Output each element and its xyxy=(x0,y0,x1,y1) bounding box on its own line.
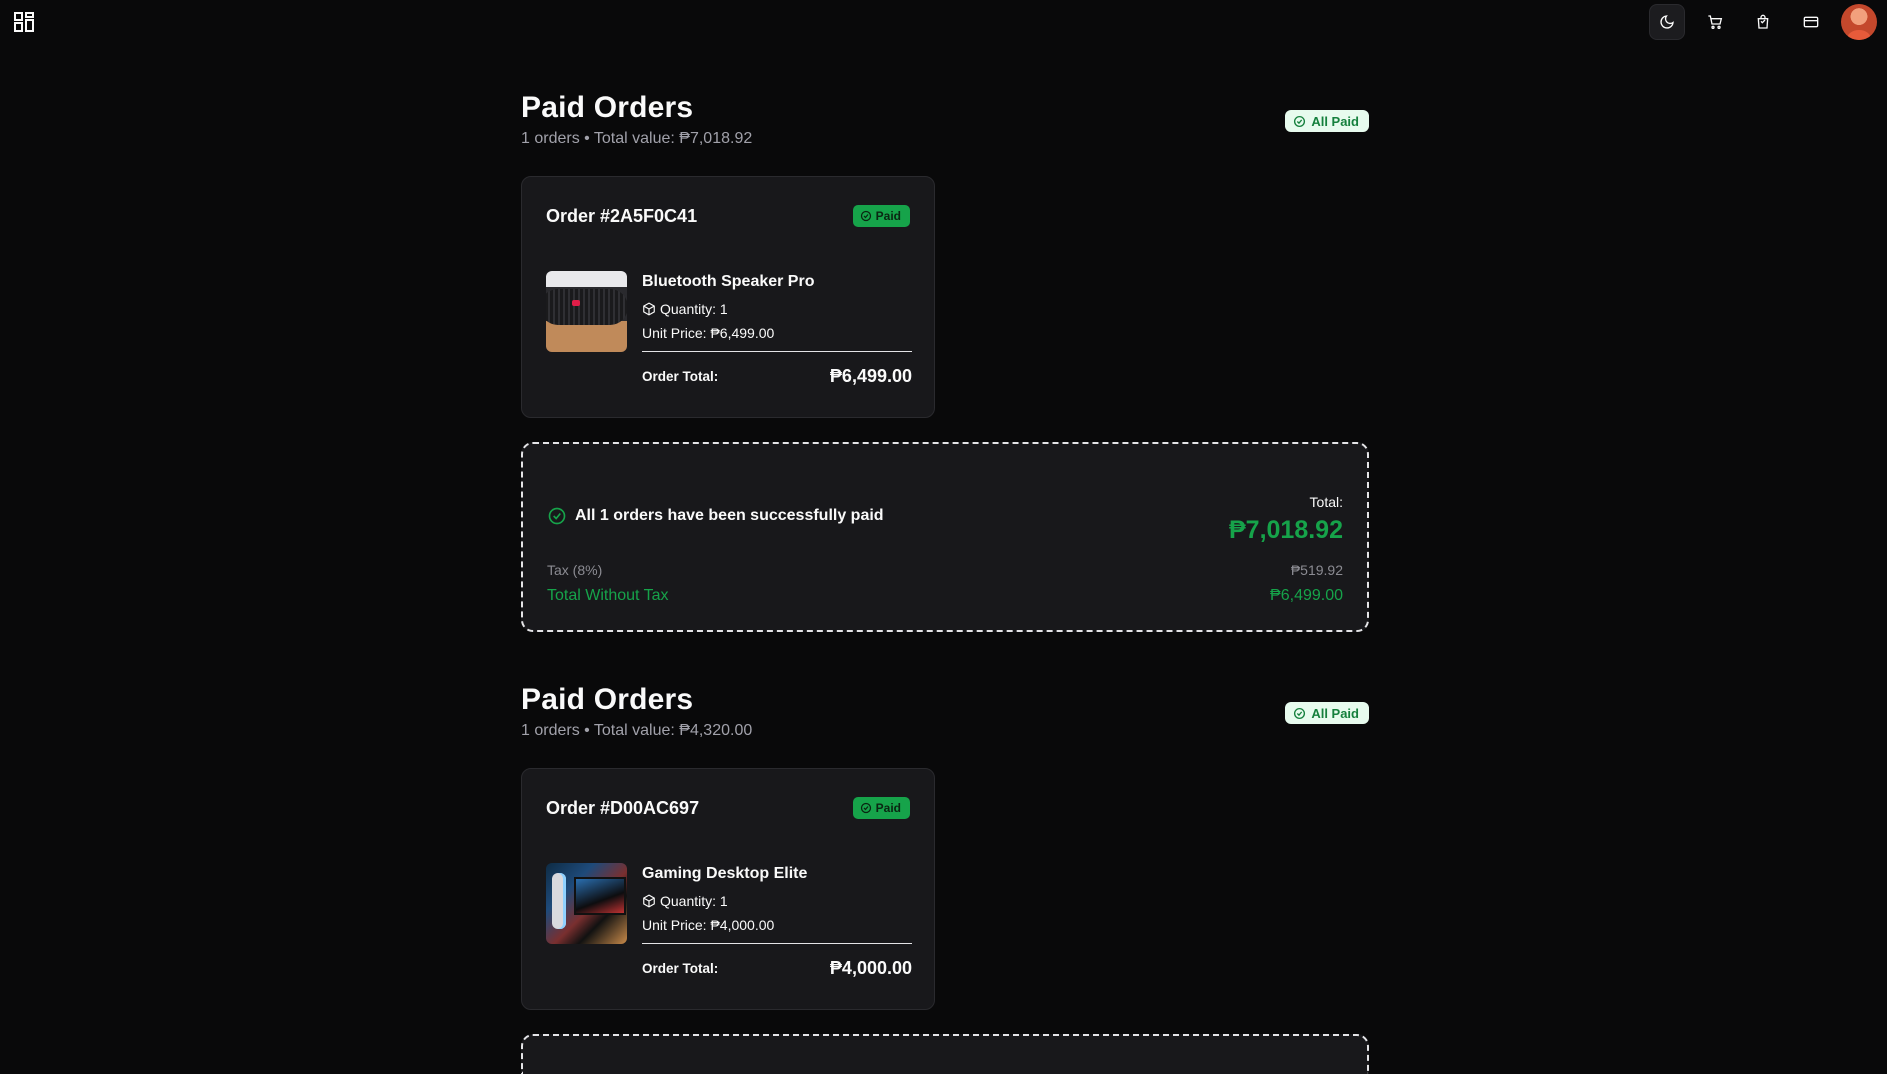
paid-orders-section: Paid Orders 1 orders • Total value: ₱7,0… xyxy=(521,88,1369,632)
order-header: Order #2A5F0C41 Paid xyxy=(546,205,910,227)
item-name: Bluetooth Speaker Pro xyxy=(642,273,815,290)
section-title: Paid Orders xyxy=(521,683,694,716)
cart-button[interactable] xyxy=(1697,4,1733,40)
payments-button[interactable] xyxy=(1793,4,1829,40)
header-actions xyxy=(1649,4,1877,40)
divider xyxy=(642,943,912,944)
all-paid-label: All Paid xyxy=(1311,705,1359,721)
quantity-text: Quantity: 1 xyxy=(660,301,728,317)
payment-summary: All 1 orders have been successfully paid… xyxy=(521,442,1369,632)
card-icon xyxy=(1803,16,1819,28)
order-item: Gaming Desktop Elite Quantity: 1 Unit Pr… xyxy=(642,863,912,979)
order-item: Bluetooth Speaker Pro Quantity: 1 Unit P… xyxy=(642,271,912,387)
cart-icon xyxy=(1708,15,1723,29)
order-total-label: Order Total: xyxy=(642,961,719,976)
tax-value: ₱519.92 xyxy=(1290,562,1343,578)
section-header: Paid Orders 1 orders • Total value: ₱7,0… xyxy=(521,88,1369,147)
all-paid-badge: All Paid xyxy=(1285,702,1369,724)
order-id: Order #2A5F0C41 xyxy=(546,205,698,226)
paid-label: Paid xyxy=(875,209,901,223)
grid-menu-icon[interactable] xyxy=(12,10,36,34)
unit-price: Unit Price: ₱4,000.00 xyxy=(642,917,775,933)
item-quantity: Quantity: 1 xyxy=(642,301,912,317)
package-icon xyxy=(643,894,655,908)
item-quantity: Quantity: 1 xyxy=(642,893,912,909)
order-id: Order #D00AC697 xyxy=(546,797,700,818)
item-name: Gaming Desktop Elite xyxy=(642,865,808,882)
check-circle-icon xyxy=(1294,115,1306,127)
paid-orders-section: Paid Orders 1 orders • Total value: ₱4,3… xyxy=(521,680,1369,1074)
order-total-row: Order Total: ₱4,000.00 xyxy=(642,958,912,979)
package-icon xyxy=(643,302,655,316)
section-header: Paid Orders 1 orders • Total value: ₱4,3… xyxy=(521,680,1369,739)
order-card: Order #2A5F0C41 Paid Bluetooth Speaker P… xyxy=(521,176,935,418)
speaker-image xyxy=(546,271,627,352)
paid-label: Paid xyxy=(875,801,901,815)
unit-price: Unit Price: ₱6,499.00 xyxy=(642,325,775,341)
order-total-label: Order Total: xyxy=(642,369,719,384)
order-total-value: ₱6,499.00 xyxy=(829,366,912,386)
top-bar xyxy=(0,0,1887,44)
section-subtitle: 1 orders • Total value: ₱4,320.00 xyxy=(521,722,753,739)
quantity-text: Quantity: 1 xyxy=(660,893,728,909)
paid-badge: Paid xyxy=(852,797,910,819)
moon-icon xyxy=(1660,15,1674,29)
summary-message-text: All 1 orders have been successfully paid xyxy=(575,507,884,524)
summary-total-label: Total: xyxy=(1309,494,1343,510)
order-total-value: ₱4,000.00 xyxy=(829,958,912,978)
avatar[interactable] xyxy=(1841,4,1877,40)
section-subtitle: 1 orders • Total value: ₱7,018.92 xyxy=(521,130,753,147)
tax-label: Tax (8%) xyxy=(547,562,603,578)
paid-orders-page: Paid Orders 1 orders • Total value: ₱7,0… xyxy=(521,88,1369,1074)
all-paid-badge: All Paid xyxy=(1285,110,1369,132)
net-total-value: ₱6,499.00 xyxy=(1270,587,1343,604)
paid-badge: Paid xyxy=(852,205,910,227)
summary-total-value: ₱7,018.92 xyxy=(1229,516,1343,544)
desktop-image xyxy=(546,863,627,944)
tax-row: Tax (8%) ₱519.92 xyxy=(547,562,1343,578)
order-header: Order #D00AC697 Paid xyxy=(546,797,910,819)
order-total-row: Order Total: ₱6,499.00 xyxy=(642,366,912,387)
section-title: Paid Orders xyxy=(521,91,694,124)
all-paid-label: All Paid xyxy=(1311,113,1359,129)
bag-icon xyxy=(1757,14,1769,29)
summary-message: All 1 orders have been successfully paid xyxy=(547,506,884,526)
divider xyxy=(642,351,912,352)
theme-toggle-button[interactable] xyxy=(1649,4,1685,40)
orders-button[interactable] xyxy=(1745,4,1781,40)
check-circle-icon xyxy=(860,210,871,222)
payment-summary xyxy=(521,1034,1369,1074)
net-total-row: Total Without Tax ₱6,499.00 xyxy=(547,587,1343,605)
check-circle-icon xyxy=(860,802,871,814)
net-total-label: Total Without Tax xyxy=(547,587,669,604)
order-card: Order #D00AC697 Paid Gaming Desktop Elit… xyxy=(521,768,935,1010)
check-circle-icon xyxy=(548,507,566,525)
check-circle-icon xyxy=(1294,707,1306,719)
